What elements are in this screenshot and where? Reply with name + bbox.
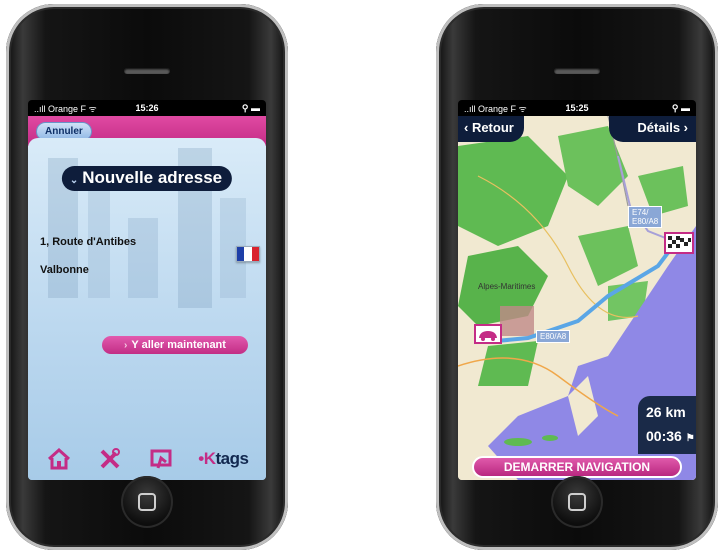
- go-now-button[interactable]: › Y aller maintenant: [102, 336, 248, 354]
- battery-icon: ⚲ ▬: [671, 102, 690, 113]
- tools-icon[interactable]: [96, 445, 124, 473]
- start-navigation-button[interactable]: DEMARRER NAVIGATION: [472, 456, 682, 478]
- route-label-top: E74/ E80/A8: [628, 206, 663, 228]
- ktags-logo: •Ktags: [198, 449, 249, 469]
- phone-left: ..ıll Orange F ᯤ 15:26 ⚲ ▬ Annuler ⌄ Nouv…: [6, 4, 288, 550]
- destination-flag-icon[interactable]: [664, 232, 694, 254]
- page-title-text: Nouvelle adresse: [82, 168, 223, 187]
- screen-route-map: ..ıll Orange F ᯤ 15:25 ⚲ ▬ ‹ Retour Déta…: [458, 100, 696, 480]
- duration-value: 00:36: [646, 428, 682, 444]
- route-map[interactable]: ‹ Retour Détails › E74/ E80/A8 E80/A8 Al…: [458, 116, 696, 480]
- address-city: Valbonne: [40, 264, 89, 276]
- route-label-bottom: E80/A8: [536, 330, 571, 343]
- go-now-label: Y aller maintenant: [131, 339, 226, 351]
- duration-row: 00:36 ⚑: [646, 428, 696, 444]
- content-area: Annuler ⌄ Nouvelle adresse 1, Route d'Ant…: [28, 116, 266, 480]
- brand-k: K: [203, 449, 216, 468]
- battery-icon: ⚲ ▬: [241, 102, 260, 113]
- brand-rest: tags: [215, 449, 249, 468]
- region-label: Alpes-Maritimes: [478, 282, 536, 291]
- speaker-grille: [554, 68, 600, 74]
- address-street: 1, Route d'Antibes: [40, 236, 137, 248]
- screen-new-address: ..ıll Orange F ᯤ 15:26 ⚲ ▬ Annuler ⌄ Nouv…: [28, 100, 266, 480]
- details-button[interactable]: Détails ›: [609, 116, 696, 142]
- back-button[interactable]: ‹ Retour: [458, 116, 524, 142]
- france-flag-icon: [236, 246, 260, 262]
- route-summary: 26 km 00:36 ⚑: [638, 396, 696, 454]
- status-bar: ..ıll Orange F ᯤ 15:25 ⚲ ▬: [458, 100, 696, 116]
- bottom-toolbar: •Ktags: [28, 444, 266, 474]
- status-bar: ..ıll Orange F ᯤ 15:26 ⚲ ▬: [28, 100, 266, 116]
- start-marker-car-icon[interactable]: [474, 324, 502, 344]
- home-square-icon: [568, 493, 586, 511]
- finish-flag-icon: ⚑: [685, 433, 695, 444]
- clock: 15:25: [565, 103, 589, 113]
- address-card: ⌄ Nouvelle adresse 1, Route d'Antibes Val…: [28, 138, 266, 480]
- home-square-icon: [138, 493, 156, 511]
- chevron-right-icon: ›: [124, 339, 128, 351]
- home-button[interactable]: [121, 476, 173, 528]
- home-button[interactable]: [551, 476, 603, 528]
- share-icon[interactable]: [147, 445, 175, 473]
- clock: 15:26: [135, 103, 159, 113]
- phone-right: ..ıll Orange F ᯤ 15:25 ⚲ ▬ ‹ Retour Déta…: [436, 4, 718, 550]
- page-title: ⌄ Nouvelle adresse: [61, 166, 233, 191]
- chevron-down-icon: ⌄: [69, 175, 79, 186]
- speaker-grille: [124, 68, 170, 74]
- nav-bar: ‹ Retour Détails ›: [458, 116, 696, 142]
- home-icon[interactable]: [45, 445, 73, 473]
- distance-value: 26 km: [646, 404, 686, 420]
